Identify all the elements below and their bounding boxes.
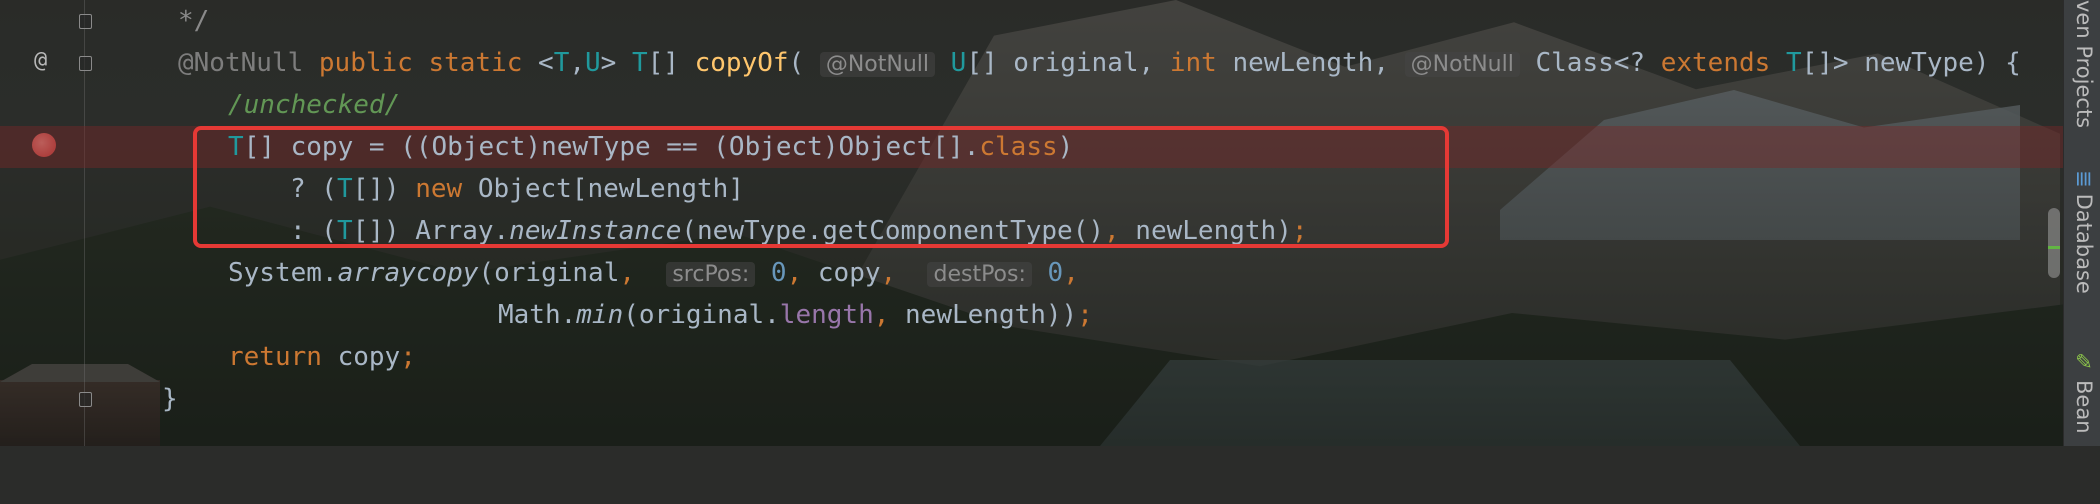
code-text: } bbox=[162, 384, 178, 414]
static-method: min bbox=[576, 300, 624, 330]
punct: > bbox=[600, 48, 617, 78]
type-param: T bbox=[1785, 48, 1802, 78]
type-param: U bbox=[585, 48, 601, 78]
punct: ; bbox=[400, 342, 416, 372]
highlight-box bbox=[193, 126, 1449, 248]
scrollbar-marker bbox=[2048, 246, 2060, 249]
code-line[interactable]: /unchecked/ bbox=[0, 84, 2064, 126]
code-text: (original bbox=[478, 258, 620, 288]
code-text: newLength)) bbox=[889, 300, 1078, 330]
punct: , bbox=[880, 258, 897, 288]
right-tool-window-bar: ven Projects ≣ Database ✎ Bean bbox=[2063, 0, 2100, 446]
tool-window-database[interactable]: ≣ Database bbox=[2068, 170, 2096, 294]
keyword: public bbox=[318, 48, 413, 78]
code-text: copy bbox=[321, 342, 401, 372]
type-param: T bbox=[631, 48, 648, 78]
annotation-hint: @NotNull bbox=[1404, 52, 1520, 77]
punct: ; bbox=[1077, 300, 1093, 330]
code-text: newLength, bbox=[1232, 48, 1389, 78]
vertical-scrollbar[interactable] bbox=[2048, 208, 2060, 278]
code-line[interactable]: @NotNull public static <T,U> T[] copyOf(… bbox=[0, 42, 2064, 84]
code-text: Math. bbox=[498, 300, 577, 330]
comment-end: */ bbox=[178, 6, 210, 36]
punct: , bbox=[1063, 258, 1079, 288]
annotation-hint: @NotNull bbox=[819, 52, 936, 77]
code-text: Class<? bbox=[1535, 48, 1646, 78]
static-method: arraycopy bbox=[337, 258, 479, 288]
number: 0 bbox=[770, 258, 787, 288]
tool-window-bean[interactable]: ✎ Bean bbox=[2068, 350, 2096, 434]
keyword: int bbox=[1169, 48, 1217, 78]
method-name: copyOf bbox=[694, 48, 789, 78]
code-line[interactable]: System.arraycopy(original, srcPos: 0, co… bbox=[0, 252, 2064, 294]
type-param: U bbox=[950, 48, 967, 78]
code-text: copy bbox=[802, 258, 881, 288]
comment: /unchecked/ bbox=[228, 90, 401, 120]
number: 0 bbox=[1047, 258, 1064, 288]
code-text: [] bbox=[647, 48, 679, 78]
bean-icon: ✎ bbox=[2072, 350, 2096, 374]
punct: , bbox=[786, 258, 803, 288]
field: length bbox=[779, 300, 874, 330]
code-text: (original. bbox=[623, 300, 780, 330]
code-line[interactable]: */ bbox=[0, 0, 2064, 42]
punct: < bbox=[538, 48, 554, 78]
keyword: return bbox=[228, 342, 322, 372]
code-line[interactable]: Math.min(original.length, newLength)); bbox=[0, 294, 2064, 336]
keyword: static bbox=[428, 48, 523, 78]
tool-window-label: Database bbox=[2072, 193, 2096, 294]
database-icon: ≣ bbox=[2072, 170, 2096, 188]
punct: , bbox=[619, 258, 636, 288]
tool-window-maven[interactable]: ven Projects bbox=[2068, 0, 2096, 128]
code-text: System. bbox=[228, 258, 338, 288]
type-param: T bbox=[553, 48, 570, 78]
code-line[interactable]: return copy; bbox=[0, 336, 2064, 378]
punct: ( bbox=[788, 48, 805, 78]
punct: , bbox=[569, 48, 586, 78]
param-hint: destPos: bbox=[927, 262, 1032, 287]
keyword: extends bbox=[1660, 48, 1771, 78]
tool-window-label: ven Projects bbox=[2072, 0, 2096, 129]
code-editor[interactable]: @ */ @NotNull public static <T,U> T[] co… bbox=[0, 0, 2064, 446]
tool-window-label: Bean bbox=[2072, 380, 2096, 434]
code-text: [] original, bbox=[966, 48, 1155, 78]
code-text: []> newType) { bbox=[1801, 48, 2021, 78]
punct: , bbox=[873, 300, 890, 330]
code-line[interactable]: } bbox=[0, 378, 2064, 420]
param-hint: srcPos: bbox=[666, 262, 756, 287]
annotation: @NotNull bbox=[178, 48, 304, 78]
